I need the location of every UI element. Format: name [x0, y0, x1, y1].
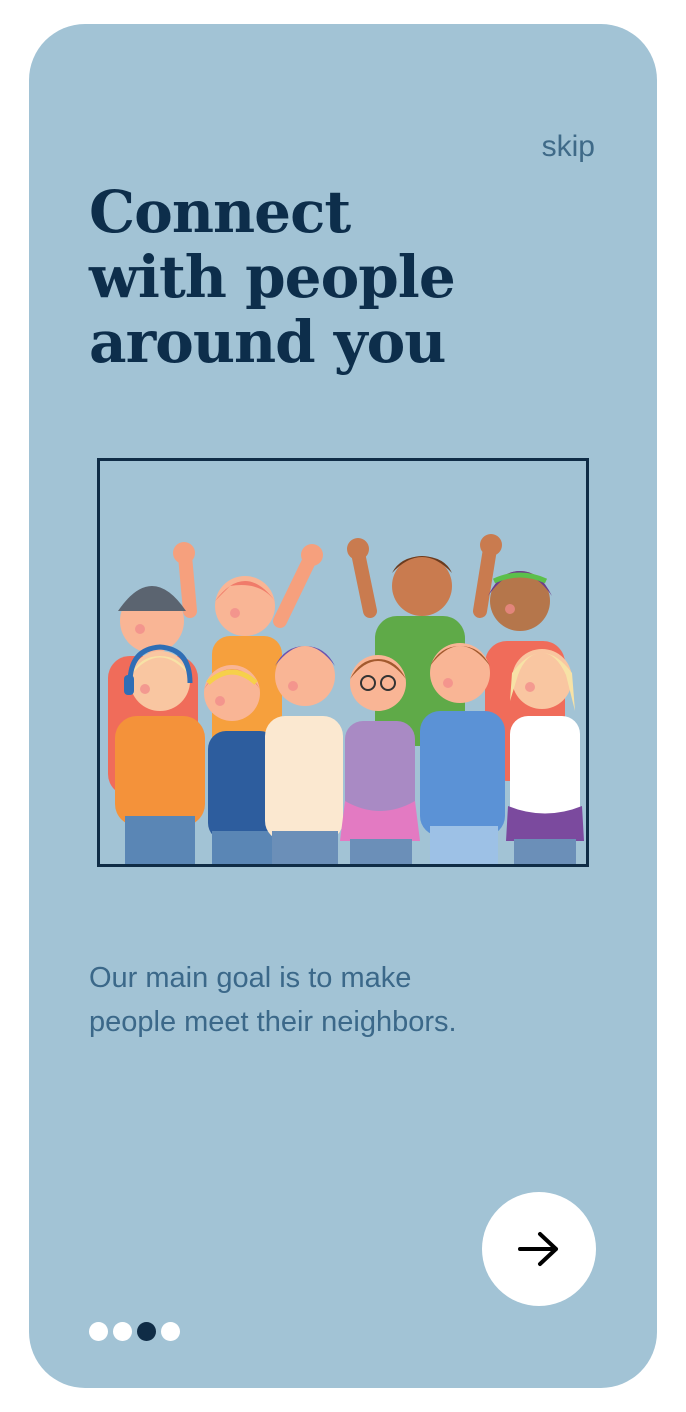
- pagination-dots: [89, 1322, 180, 1341]
- onboarding-screen: skip Connect with people around you Our …: [29, 24, 657, 1388]
- description-line: Our main goal is to make: [89, 962, 412, 994]
- skip-link[interactable]: skip: [542, 130, 595, 164]
- page-dot[interactable]: [89, 1322, 108, 1341]
- title-line: Connect: [89, 178, 351, 246]
- page-dot[interactable]: [161, 1322, 180, 1341]
- arrow-right-icon: [518, 1232, 558, 1266]
- page-dot[interactable]: [113, 1322, 132, 1341]
- illustration-frame: [97, 458, 589, 867]
- title-line: with people: [89, 243, 456, 311]
- page-title: Connect with people around you: [89, 180, 569, 375]
- title-line: around you: [89, 308, 446, 376]
- page-dot-active[interactable]: [137, 1322, 156, 1341]
- description-line: people meet their neighbors.: [89, 1006, 457, 1038]
- group-of-people-illustration: [108, 534, 584, 864]
- description-text: Our main goal is to make people meet the…: [89, 956, 589, 1044]
- next-button[interactable]: [482, 1192, 596, 1306]
